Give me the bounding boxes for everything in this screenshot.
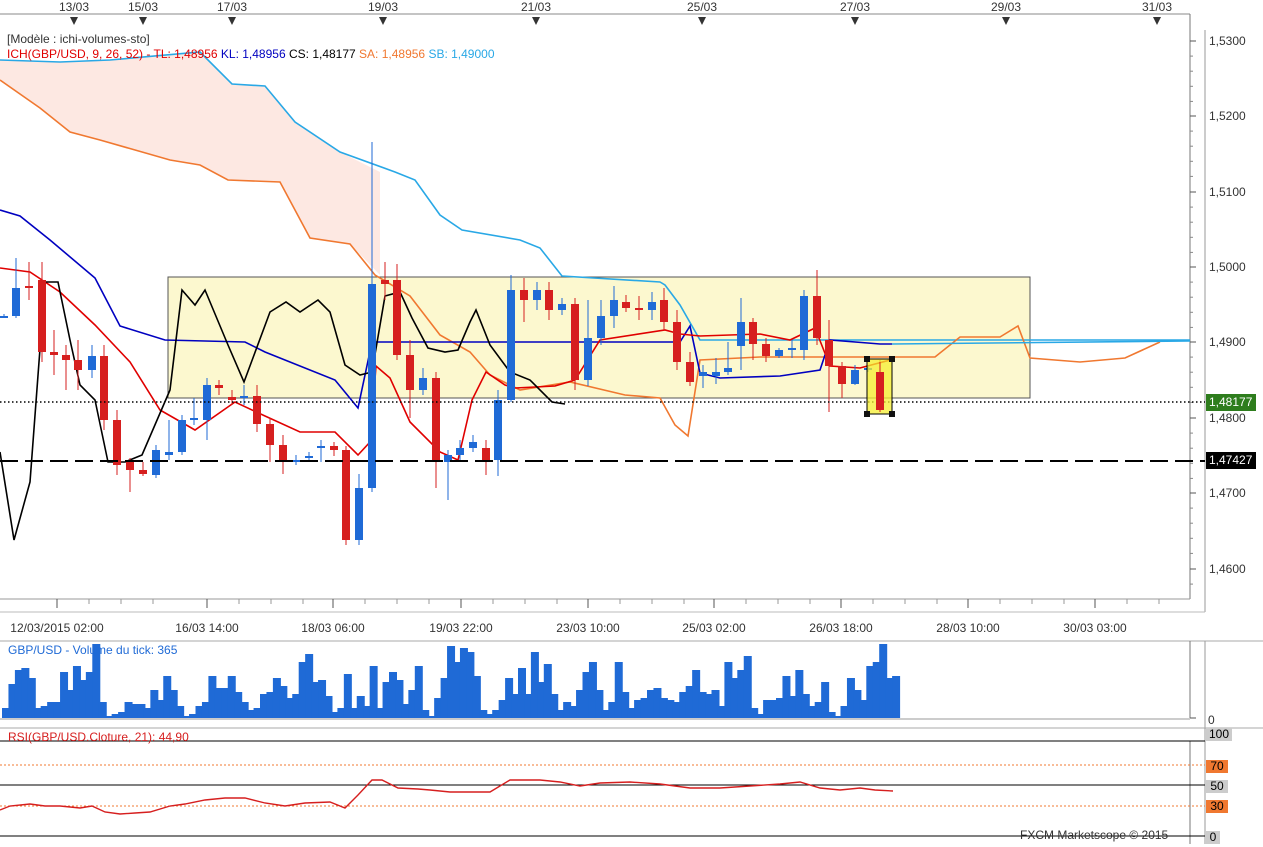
top-date-label: 25/03	[687, 0, 717, 14]
selection-handle[interactable]	[864, 356, 870, 362]
bearish-candle[interactable]	[279, 435, 287, 474]
volume-bar	[98, 702, 107, 718]
rsi-panel	[0, 740, 1205, 837]
price-tick-label: 1,4800	[1209, 411, 1246, 425]
selection-handle[interactable]	[864, 411, 870, 417]
bearish-candle[interactable]	[38, 262, 46, 362]
time-tick-label: 12/03/2015 02:00	[10, 621, 104, 635]
date-marker-triangle	[379, 17, 387, 25]
time-tick-label: 25/03 02:00	[682, 621, 746, 635]
bearish-candle[interactable]	[126, 458, 134, 492]
tl-value: TL: 1,48956	[153, 47, 218, 61]
time-tick-label: 19/03 22:00	[429, 621, 493, 635]
bearish-candle[interactable]	[50, 330, 58, 375]
bearish-candle[interactable]	[62, 345, 70, 390]
price-axis-ticks: 1,5300 1,5200 1,5100 1,5000 1,4900 1,4800 1,47…	[1190, 34, 1246, 585]
bullish-candle[interactable]	[88, 345, 96, 378]
top-date-label: 13/03	[59, 0, 89, 14]
date-marker-triangle	[851, 17, 859, 25]
time-tick-label: 26/03 18:00	[809, 621, 873, 635]
price-tick-label: 1,5300	[1209, 34, 1246, 48]
chart-canvas[interactable]: 13/03 15/03 17/03 19/03 21/03 25/03 27/03 29/03…	[0, 0, 1263, 844]
rsi-level-70: 70	[1206, 760, 1228, 773]
bearish-candle[interactable]	[25, 262, 33, 300]
date-marker-triangle	[228, 17, 236, 25]
date-marker-triangle	[1002, 17, 1010, 25]
sb-value: SB: 1,49000	[428, 47, 495, 61]
bullish-candle[interactable]	[355, 474, 363, 545]
bearish-candle[interactable]	[432, 372, 440, 488]
bullish-candle[interactable]	[292, 455, 300, 465]
time-tick-label: 18/03 06:00	[301, 621, 365, 635]
bullish-candle[interactable]	[469, 435, 477, 452]
bearish-candle[interactable]	[100, 345, 108, 430]
kl-value: KL: 1,48956	[220, 47, 286, 61]
selection-handle[interactable]	[889, 356, 895, 362]
price-tick-label: 1,4600	[1209, 562, 1246, 576]
top-date-label: 21/03	[521, 0, 551, 14]
price-tick-label: 1,5200	[1209, 109, 1246, 123]
ich-name: ICH(GBP/USD, 9, 26, 52) -	[7, 47, 151, 61]
bullish-candle[interactable]	[165, 420, 173, 460]
rsi-level-50: 50	[1206, 780, 1228, 793]
date-marker-triangle	[1153, 17, 1161, 25]
bearish-candle[interactable]	[74, 340, 82, 390]
bearish-candle[interactable]	[482, 440, 490, 475]
cs-value: CS: 1,48177	[288, 47, 356, 61]
bullish-candle[interactable]	[494, 390, 502, 476]
time-tick-label: 30/03 03:00	[1063, 621, 1127, 635]
volume-label: GBP/USD - Volume du tick: 365	[8, 643, 178, 657]
top-date-label: 17/03	[217, 0, 247, 14]
price-tick-label: 1,4700	[1209, 486, 1246, 500]
bullish-candle[interactable]	[800, 290, 808, 360]
bullish-candle[interactable]	[507, 275, 515, 402]
rsi-level-0: 0	[1206, 831, 1220, 844]
bullish-candle[interactable]	[203, 378, 211, 440]
model-label[interactable]: [Modèle : ichi-volumes-sto]	[7, 32, 150, 46]
top-date-label: 15/03	[128, 0, 158, 14]
volume-bars	[2, 644, 1196, 719]
bullish-candle[interactable]	[0, 314, 8, 318]
bearish-candle[interactable]	[330, 442, 338, 456]
trading-chart[interactable]: 13/03 15/03 17/03 19/03 21/03 25/03 27/03 29/03…	[0, 0, 1263, 844]
top-date-label: 27/03	[840, 0, 870, 14]
price-tick-label: 1,5000	[1209, 260, 1246, 274]
bullish-candle[interactable]	[12, 258, 20, 318]
selected-candle[interactable]	[864, 356, 895, 417]
volume-bar	[892, 676, 901, 718]
bearish-candle[interactable]	[139, 462, 147, 476]
time-axis: 12/03/2015 02:00 16/03 14:00 18/03 06:00 19…	[10, 599, 1160, 635]
date-marker-triangle	[698, 17, 706, 25]
top-date-label: 19/03	[368, 0, 398, 14]
footer-credit: FXCM Marketscope © 2015	[1020, 828, 1169, 842]
rsi-label: RSI(GBP/USD.Cloture, 21): 44,90	[8, 730, 189, 744]
time-tick-label: 23/03 10:00	[556, 621, 620, 635]
time-tick-label: 16/03 14:00	[175, 621, 239, 635]
top-date-markers: 13/03 15/03 17/03 19/03 21/03 25/03 27/03 29/03…	[59, 0, 1172, 25]
price-tick-label: 1,5100	[1209, 185, 1246, 199]
price-tick-label: 1,4900	[1209, 335, 1246, 349]
bearish-candle[interactable]	[266, 418, 274, 462]
date-marker-triangle	[532, 17, 540, 25]
top-date-label: 31/03	[1142, 0, 1172, 14]
dashed-level-box: 1,47427	[1206, 452, 1256, 469]
indicator-legend: ICH(GBP/USD, 9, 26, 52) - TL: 1,48956 KL…	[7, 47, 495, 61]
bullish-candle[interactable]	[456, 440, 464, 460]
bullish-candle[interactable]	[178, 415, 186, 455]
date-marker-triangle	[139, 17, 147, 25]
top-date-label: 29/03	[991, 0, 1021, 14]
volume-zero-label: 0	[1208, 713, 1215, 727]
sa-value: SA: 1,48956	[359, 47, 426, 61]
bullish-candle[interactable]	[317, 440, 325, 462]
bearish-candle[interactable]	[113, 410, 121, 475]
bullish-candle[interactable]	[444, 450, 452, 500]
rsi-level-100: 100	[1206, 728, 1232, 741]
selection-handle[interactable]	[889, 411, 895, 417]
date-marker-triangle	[70, 17, 78, 25]
time-tick-label: 28/03 10:00	[936, 621, 1000, 635]
bearish-candle[interactable]	[342, 446, 350, 545]
current-price-box: 1,48177	[1206, 394, 1256, 411]
rsi-level-30: 30	[1206, 800, 1228, 813]
bearish-candle[interactable]	[571, 298, 579, 390]
